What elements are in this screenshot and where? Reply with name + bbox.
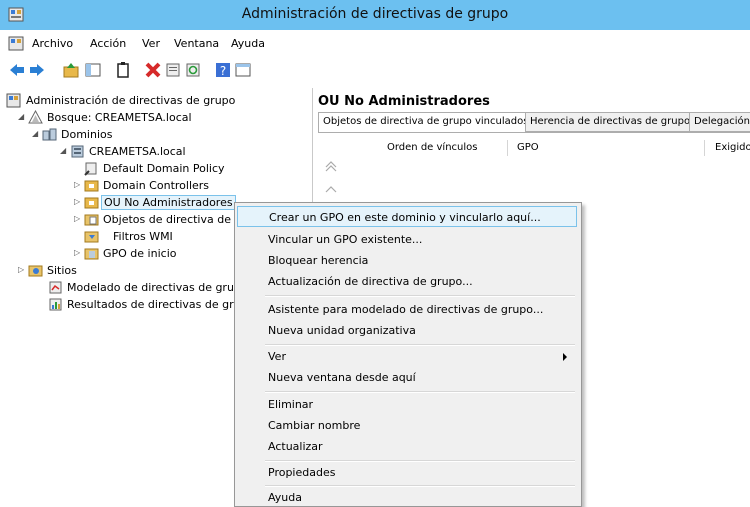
tab-inheritance[interactable]: Herencia de directivas de grupo	[525, 112, 690, 132]
menu-item-modeling-wizard[interactable]: Asistente para modelado de directivas de…	[237, 299, 577, 320]
menu-item-properties[interactable]: Propiedades	[237, 462, 577, 483]
forest-icon	[28, 110, 43, 124]
menu-item-rename[interactable]: Cambiar nombre	[237, 415, 577, 436]
starter-gpo-icon	[84, 248, 99, 260]
back-arrow-icon[interactable]	[8, 61, 26, 79]
window-title: Administración de directivas de grupo	[241, 6, 509, 22]
collapse-icon[interactable]: ◢	[18, 112, 26, 121]
toolbar: ?	[0, 58, 750, 84]
collapse-icon[interactable]: ◢	[60, 146, 68, 155]
move-top-icon[interactable]	[324, 161, 338, 173]
domains-icon	[42, 128, 57, 141]
menu-ventana[interactable]: Ventana	[174, 37, 219, 50]
menu-ayuda[interactable]: Ayuda	[231, 37, 265, 50]
delete-icon[interactable]	[144, 61, 162, 79]
copy-icon[interactable]	[114, 61, 132, 79]
properties-icon[interactable]	[164, 61, 182, 79]
help-icon[interactable]: ?	[214, 61, 232, 79]
wmi-filter-icon	[84, 231, 99, 243]
expand-icon[interactable]: ▷	[74, 214, 82, 223]
gpo-link-icon	[84, 162, 97, 176]
console-icon[interactable]	[8, 36, 24, 51]
submenu-arrow-icon	[563, 353, 567, 361]
menu-item-delete[interactable]: Eliminar	[237, 394, 577, 415]
menu-item-view[interactable]: Ver	[237, 346, 577, 367]
context-menu: Crear un GPO en este dominio y vincularl…	[234, 202, 582, 507]
tab-delegation[interactable]: Delegación	[689, 112, 750, 132]
ou-icon	[84, 180, 99, 192]
console-icon[interactable]	[234, 61, 252, 79]
menu-accion[interactable]: Acción	[90, 37, 126, 50]
menu-item-refresh[interactable]: Actualizar	[237, 436, 577, 457]
up-folder-icon[interactable]	[62, 61, 80, 79]
gpmc-console-icon	[6, 93, 21, 108]
sites-icon	[28, 265, 43, 277]
tab-linked-gpos[interactable]: Objetos de directiva de grupo vinculados	[318, 112, 528, 133]
modeling-icon	[49, 281, 62, 294]
expand-icon[interactable]: ▷	[74, 248, 82, 257]
menu-item-new-window[interactable]: Nueva ventana desde aquí	[237, 367, 577, 388]
refresh-icon[interactable]	[184, 61, 202, 79]
expand-icon[interactable]: ▷	[74, 180, 82, 189]
menu-item-new-ou[interactable]: Nueva unidad organizativa	[237, 320, 577, 341]
menu-item-group-policy-update[interactable]: Actualización de directiva de grupo...	[237, 271, 577, 292]
menu-bar: Archivo Acción Ver Ventana Ayuda	[0, 33, 750, 55]
title-bar: Administración de directivas de grupo	[0, 0, 750, 30]
show-hide-tree-icon[interactable]	[84, 61, 102, 79]
svg-text:?: ?	[220, 64, 226, 78]
expand-icon[interactable]: ▷	[74, 197, 82, 206]
column-gpo[interactable]: GPO	[509, 140, 705, 156]
ou-icon	[84, 197, 99, 209]
menu-item-link-existing-gpo[interactable]: Vincular un GPO existente...	[237, 229, 577, 250]
expand-icon[interactable]: ▷	[18, 265, 26, 274]
menu-separator	[265, 295, 575, 297]
menu-separator	[265, 391, 575, 393]
menu-ver[interactable]: Ver	[142, 37, 160, 50]
menu-archivo[interactable]: Archivo	[32, 37, 73, 50]
domain-icon	[71, 145, 84, 158]
results-icon	[49, 298, 62, 311]
column-link-order[interactable]: Orden de vínculos	[353, 140, 508, 156]
column-enforced[interactable]: Exigido	[707, 140, 750, 156]
move-up-icon[interactable]	[324, 183, 338, 195]
gpo-folder-icon	[84, 214, 99, 226]
forward-arrow-icon[interactable]	[28, 61, 46, 79]
menu-item-block-inheritance[interactable]: Bloquear herencia	[237, 250, 577, 271]
collapse-icon[interactable]: ◢	[32, 129, 40, 138]
menu-item-create-gpo[interactable]: Crear un GPO en este dominio y vincularl…	[237, 206, 577, 227]
menu-item-help[interactable]: Ayuda	[237, 487, 577, 505]
details-title: OU No Administradores	[318, 94, 490, 109]
